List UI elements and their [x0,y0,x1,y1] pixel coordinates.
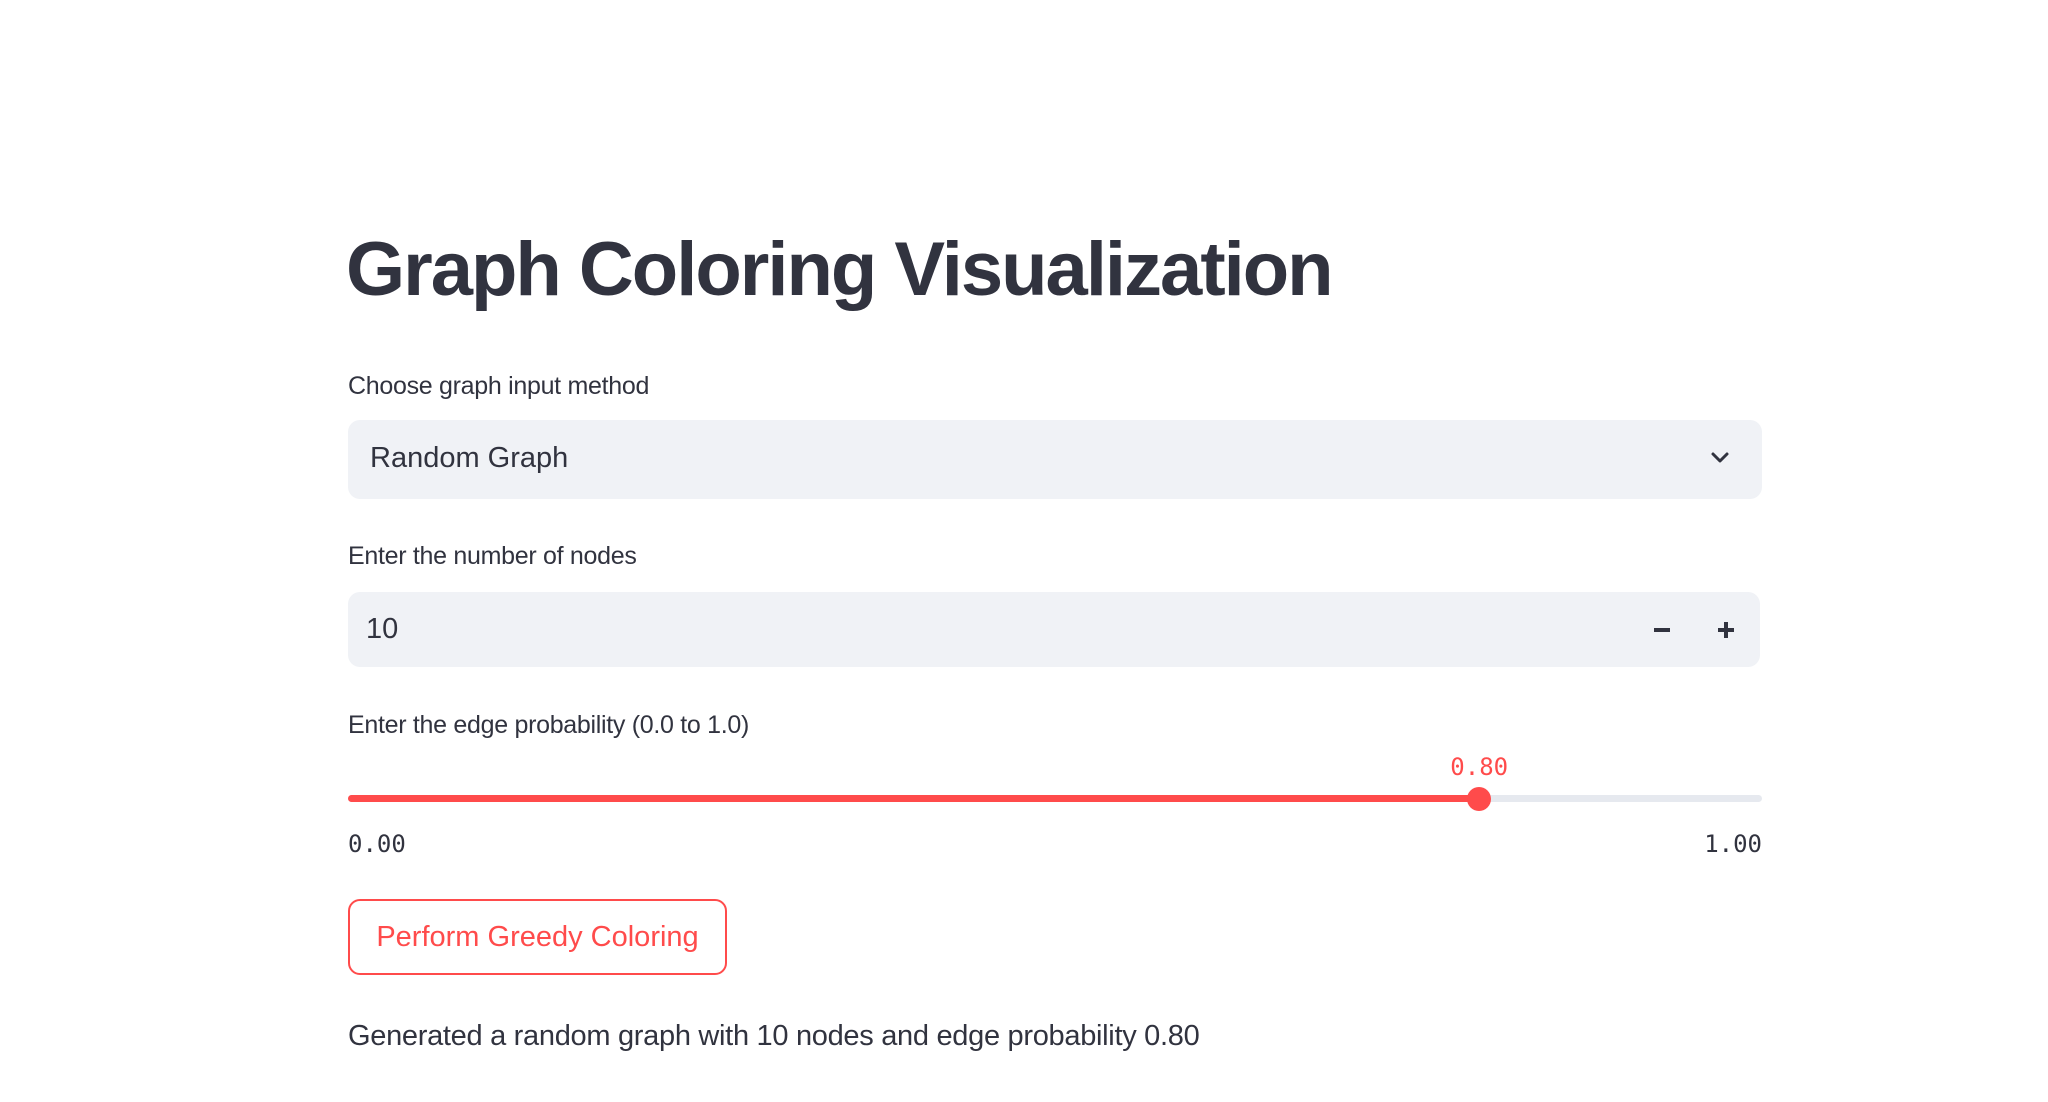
edge-probability-label: Enter the edge probability (0.0 to 1.0) [348,711,750,739]
decrement-button[interactable] [1638,606,1686,654]
input-method-select[interactable]: Random Graph [348,420,1762,499]
slider-fill [348,795,1480,802]
status-message: Generated a random graph with 10 nodes a… [348,1020,1200,1052]
chevron-down-icon [1711,452,1729,463]
nodes-number-input[interactable]: 10 [348,592,1760,667]
nodes-label: Enter the number of nodes [348,542,637,570]
perform-greedy-coloring-button[interactable]: Perform Greedy Coloring [348,899,727,975]
slider-value-label: 0.80 [1450,753,1509,781]
input-method-value: Random Graph [370,442,569,474]
nodes-value[interactable]: 10 [366,613,398,646]
minus-icon [1654,628,1670,632]
page-title: Graph Coloring Visualization [346,227,1334,312]
edge-probability-slider[interactable]: 0.80 [348,753,1762,811]
plus-icon [1718,622,1734,638]
input-method-label: Choose graph input method [348,372,650,400]
slider-min-label: 0.00 [348,830,406,858]
slider-thumb[interactable] [1467,787,1492,811]
increment-button[interactable] [1702,606,1750,654]
slider-max-label: 1.00 [1704,830,1762,858]
